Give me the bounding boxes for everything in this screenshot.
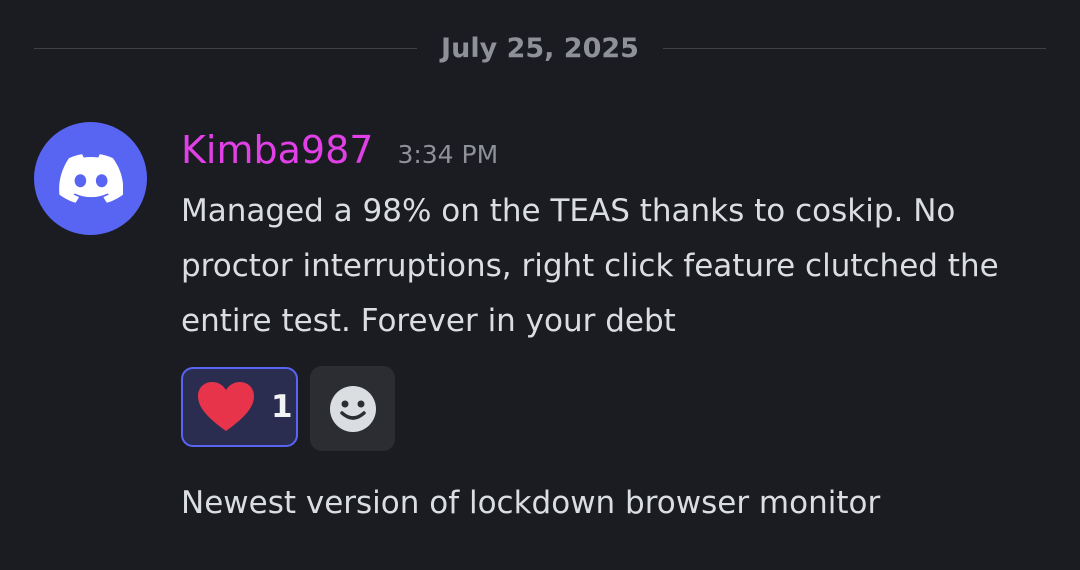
message-content: Managed a 98% on the TEAS thanks to cosk… [181, 193, 999, 339]
divider-line-right [662, 47, 1046, 49]
smiley-face-icon [329, 385, 376, 432]
avatar[interactable] [34, 122, 147, 235]
next-message-content: Newest version of lockdown browser monit… [181, 485, 881, 521]
reaction-count: 1 [271, 389, 293, 425]
date-divider-label: July 25, 2025 [441, 32, 639, 64]
username[interactable]: Kimba987 [181, 128, 373, 172]
date-divider: July 25, 2025 [34, 28, 1046, 68]
reactions-bar: 1 [181, 366, 395, 451]
divider-line-left [34, 47, 418, 49]
message-header: Kimba987 3:34 PM [181, 128, 498, 180]
add-reaction-button[interactable] [310, 366, 395, 451]
timestamp[interactable]: 3:34 PM [397, 140, 498, 169]
heart-icon [198, 382, 254, 431]
heart-reaction-button[interactable]: 1 [181, 367, 298, 447]
discord-logo-icon [58, 153, 123, 203]
